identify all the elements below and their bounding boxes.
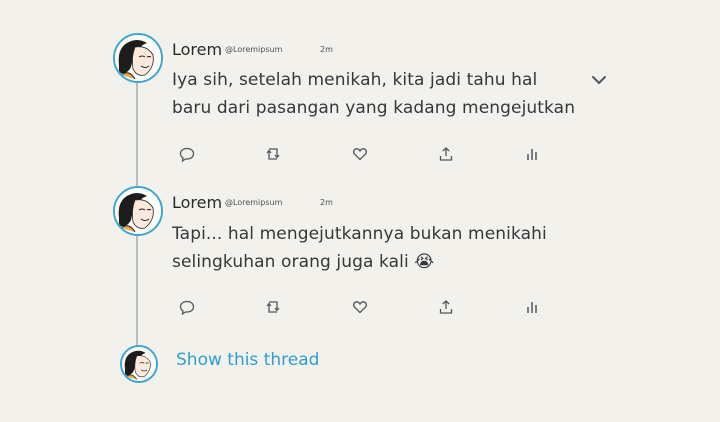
avatar[interactable] — [113, 33, 163, 83]
analytics-icon[interactable] — [523, 145, 541, 163]
tweet-actions — [0, 145, 720, 165]
user-handle[interactable]: @Loremipsum — [225, 198, 282, 207]
tweet-text: Tapi... hal mengejutkannya bukan menikah… — [172, 220, 547, 276]
user-handle[interactable]: @Loremipsum — [225, 45, 282, 54]
tweet-text-line: baru dari pasangan yang kadang mengejutk… — [172, 98, 576, 118]
share-icon[interactable] — [437, 298, 455, 316]
analytics-icon[interactable] — [523, 298, 541, 316]
tweet-text: Iya sih, setelah menikah, kita jadi tahu… — [172, 66, 575, 122]
heart-icon[interactable] — [351, 298, 369, 316]
heart-icon[interactable] — [351, 145, 369, 163]
show-thread-link[interactable]: Show this thread — [176, 350, 319, 370]
avatar[interactable] — [120, 345, 158, 383]
display-name[interactable]: Lorem — [172, 193, 222, 212]
timestamp[interactable]: 2m — [320, 198, 333, 207]
tweet-text-line: Tapi... hal mengejutkannya bukan menikah… — [172, 224, 547, 244]
reply-icon[interactable] — [178, 145, 196, 163]
timestamp[interactable]: 2m — [320, 45, 333, 54]
reply-icon[interactable] — [178, 298, 196, 316]
tweet-text-line: Iya sih, setelah menikah, kita jadi tahu… — [172, 70, 538, 90]
chevron-down-icon[interactable] — [591, 74, 607, 86]
avatar[interactable] — [113, 186, 163, 236]
tweet-actions — [0, 298, 720, 318]
display-name[interactable]: Lorem — [172, 40, 222, 59]
retweet-icon[interactable] — [264, 298, 282, 316]
tweet-text-line: selingkuhan orang juga kali 😭 — [172, 252, 435, 272]
share-icon[interactable] — [437, 145, 455, 163]
retweet-icon[interactable] — [264, 145, 282, 163]
